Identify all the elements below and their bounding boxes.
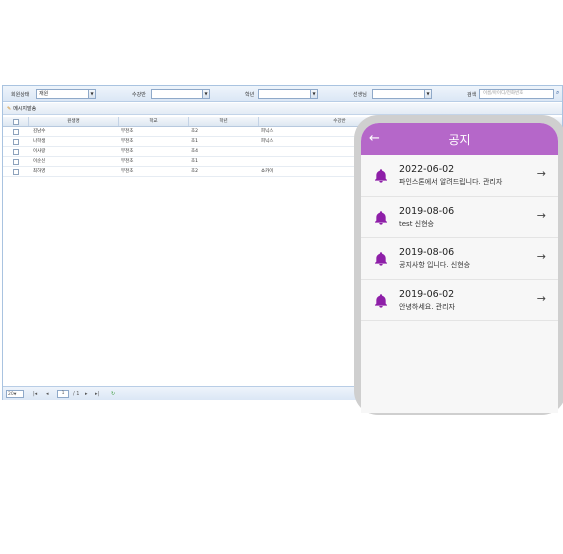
- send-message-button[interactable]: ✎ 메시지발송: [7, 106, 36, 112]
- page-size-select[interactable]: 20▼: [6, 390, 24, 398]
- bell-icon: [375, 210, 387, 225]
- member-status-value: 재원: [39, 91, 49, 97]
- cell-grade: 초1: [191, 159, 199, 164]
- search-placeholder: 이름/아이디/전화번호: [483, 91, 524, 96]
- page-number-value: 1: [61, 391, 65, 396]
- cell-school: 부천초: [121, 169, 134, 174]
- first-page-icon[interactable]: |◂: [33, 390, 37, 398]
- grade-select[interactable]: ▼: [258, 89, 318, 99]
- cell-name: 이사랑: [33, 149, 46, 154]
- page-title: 공지: [448, 133, 471, 147]
- row-checkbox[interactable]: [13, 149, 19, 155]
- chevron-down-icon: ▼: [202, 90, 209, 98]
- member-status-label: 회원상태: [11, 92, 30, 98]
- arrow-right-icon: →: [536, 208, 546, 222]
- cell-grade: 초1: [191, 139, 199, 144]
- col-header[interactable]: 학년: [189, 117, 259, 126]
- bell-icon: [375, 169, 387, 183]
- next-page-icon[interactable]: ▸: [85, 390, 88, 398]
- send-message-label: 메시지발송: [13, 106, 37, 112]
- chevron-down-icon: ▼: [424, 90, 431, 98]
- cell-school: 부천초: [121, 129, 134, 134]
- last-page-icon[interactable]: ▸|: [95, 390, 99, 398]
- message-icon: ✎: [7, 106, 12, 112]
- cell-class: 피닉스: [261, 139, 274, 144]
- bell-icon: [375, 252, 387, 266]
- search-input[interactable]: 이름/아이디/전화번호: [479, 89, 554, 99]
- chevron-down-icon: ▼: [13, 392, 17, 396]
- notice-text: 공지사항 입니다. 신현승: [399, 261, 471, 269]
- class-label: 수강반: [132, 92, 146, 98]
- notice-date: 2019-08-06: [399, 247, 455, 258]
- grade-label: 학년: [245, 92, 255, 98]
- cell-name: 김남수: [33, 129, 46, 134]
- cell-school: 부천초: [121, 149, 134, 154]
- member-status-select[interactable]: 재원 ▼: [36, 89, 96, 99]
- row-checkbox[interactable]: [13, 169, 19, 175]
- cell-class: 쇼카이: [261, 169, 274, 174]
- cell-school: 부천초: [121, 159, 134, 164]
- chevron-down-icon: ▼: [88, 90, 95, 98]
- row-checkbox[interactable]: [13, 139, 19, 145]
- cell-grade: 초4: [191, 149, 199, 154]
- total-pages: / 1: [73, 391, 80, 397]
- teacher-label: 선생님: [353, 92, 367, 98]
- prev-page-icon[interactable]: ◂: [46, 390, 49, 398]
- select-all-col: [3, 117, 29, 126]
- row-checkbox[interactable]: [13, 129, 19, 135]
- col-header[interactable]: 학교: [119, 117, 189, 126]
- cell-grade: 초2: [191, 129, 199, 134]
- background: [0, 400, 563, 554]
- notice-date: 2022-06-02: [399, 164, 455, 175]
- teacher-select[interactable]: ▼: [372, 89, 432, 99]
- app-bar: ← 공지: [361, 123, 558, 155]
- bell-icon: [375, 293, 387, 308]
- select-all-checkbox[interactable]: [13, 119, 19, 125]
- notice-list: 2022-06-02 파인스톤에서 알려드립니다. 관리자 → 2019-08-…: [361, 155, 558, 321]
- row-checkbox[interactable]: [13, 159, 19, 165]
- notice-item[interactable]: 2019-08-06 공지사항 입니다. 신현승 →: [361, 238, 558, 280]
- arrow-right-icon: →: [536, 250, 546, 263]
- phone-frame: ← 공지 2022-06-02 파인스톤에서 알려드립니다. 관리자 → 201…: [354, 115, 563, 415]
- refresh-icon[interactable]: ↻: [111, 390, 115, 398]
- cell-school: 부천초: [121, 139, 134, 144]
- grid-toolbar: ✎ 메시지발송: [3, 103, 562, 115]
- notice-item[interactable]: 2022-06-02 파인스톤에서 알려드립니다. 관리자 →: [361, 155, 558, 197]
- search-label: 검색: [467, 92, 477, 98]
- notice-date: 2019-08-06: [399, 205, 455, 217]
- class-select[interactable]: ▼: [151, 89, 210, 99]
- notice-text: test 신현승: [399, 219, 434, 228]
- arrow-right-icon: →: [536, 291, 546, 305]
- cell-name: 이순신: [33, 159, 46, 164]
- cell-grade: 초2: [191, 169, 199, 174]
- page-number-input[interactable]: 1: [57, 390, 69, 398]
- chevron-down-icon: ▼: [310, 90, 317, 98]
- cell-name: 최하영: [33, 169, 46, 174]
- col-header[interactable]: 원생명: [29, 117, 119, 126]
- search-icon[interactable]: ⌕: [556, 89, 559, 97]
- cell-class: 피닉스: [261, 129, 274, 134]
- notice-date: 2019-06-02: [399, 288, 455, 300]
- notice-item[interactable]: 2019-06-02 안녕하세요. 관리자 →: [361, 279, 558, 321]
- phone-screen: ← 공지 2022-06-02 파인스톤에서 알려드립니다. 관리자 → 201…: [361, 123, 558, 413]
- notice-text: 안녕하세요. 관리자: [399, 302, 455, 311]
- filter-bar: 회원상태 재원 ▼ 수강반 ▼ 학년 ▼ 선생님 ▼ 검색 이름/아이디/전화번…: [3, 86, 562, 102]
- notice-text: 파인스톤에서 알려드립니다. 관리자: [399, 178, 503, 186]
- cell-name: 나학생: [33, 139, 46, 144]
- notice-item[interactable]: 2019-08-06 test 신현승 →: [361, 196, 558, 238]
- arrow-right-icon: →: [536, 167, 546, 180]
